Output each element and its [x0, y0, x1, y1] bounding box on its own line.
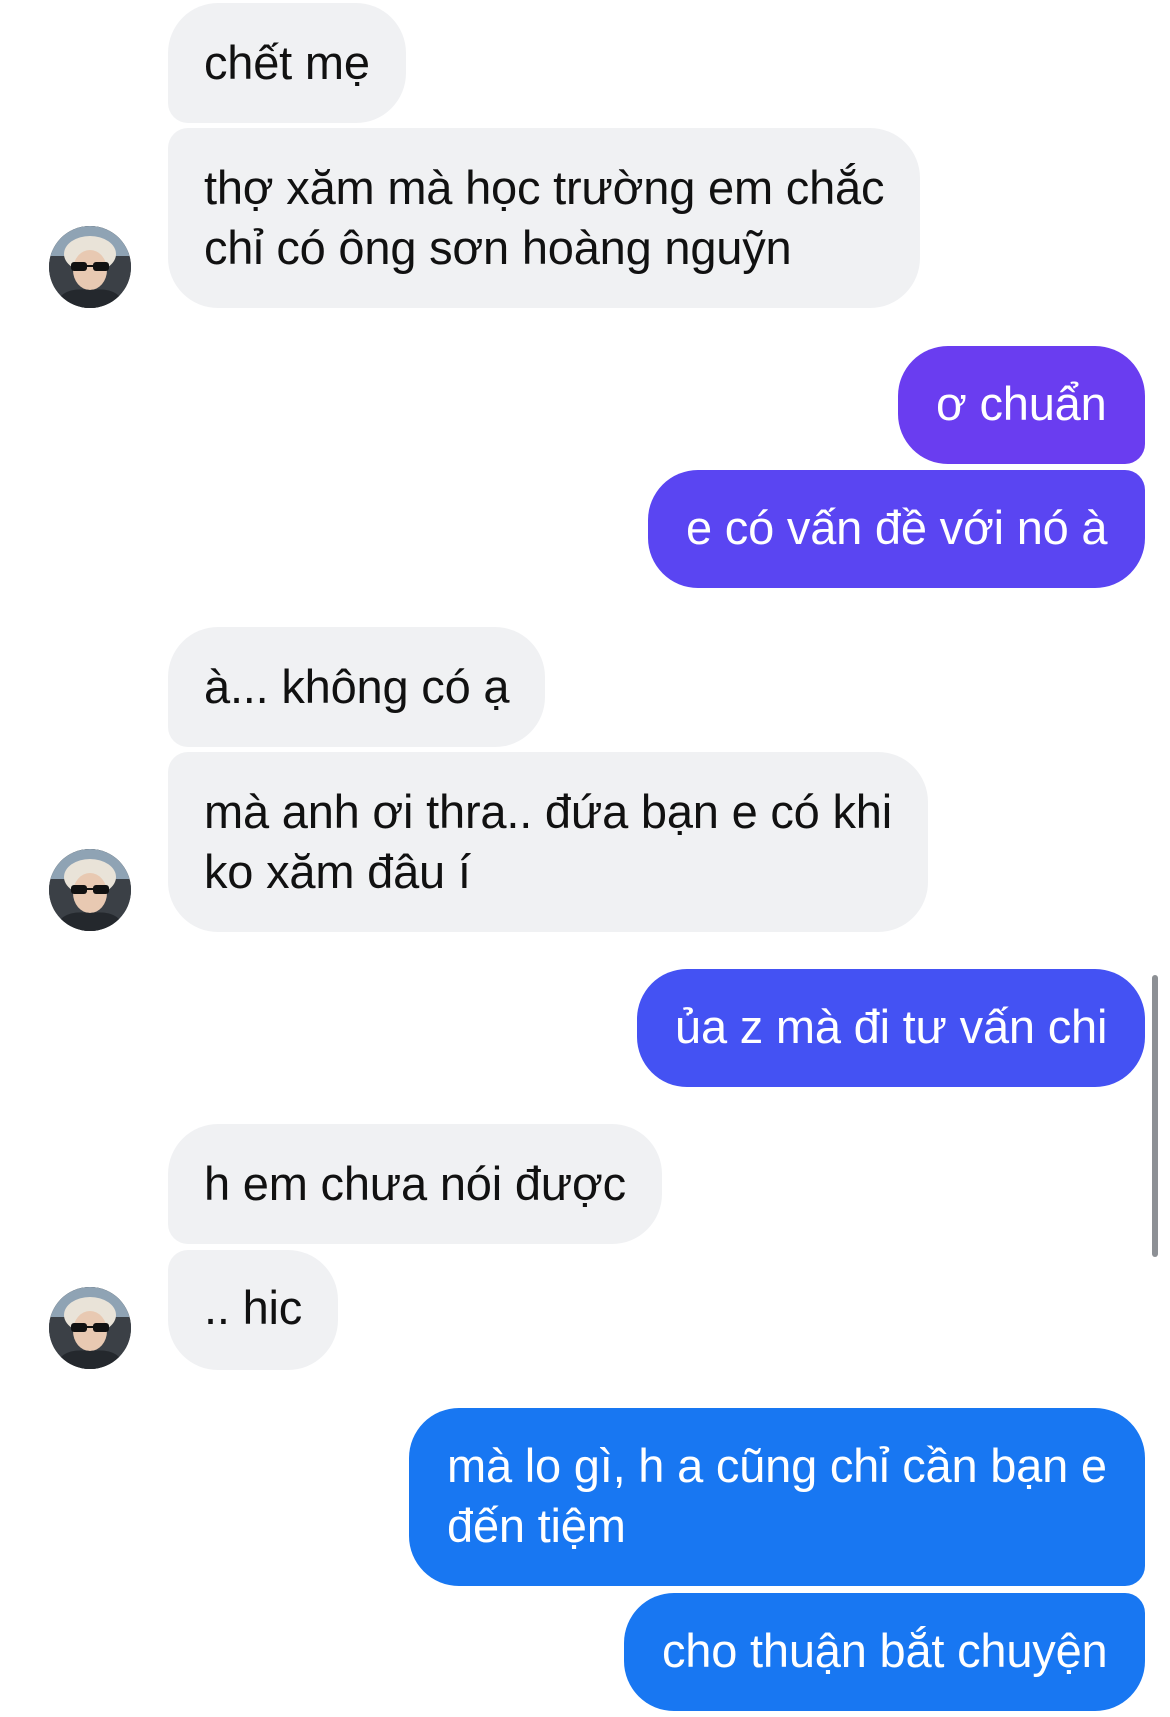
message-text: à... không có ạ	[204, 660, 510, 713]
outgoing-message[interactable]: cho thuận bắt chuyện	[624, 1593, 1146, 1711]
message-text: e có vấn đề với nó à	[686, 501, 1108, 554]
message-text-line: đến tiệm	[447, 1499, 626, 1552]
contact-avatar[interactable]	[49, 849, 131, 931]
contact-avatar-icon	[49, 226, 131, 308]
outgoing-message[interactable]: mà lo gì, h a cũng chỉ cần bạn e đến tiệ…	[409, 1408, 1145, 1586]
incoming-message[interactable]: à... không có ạ	[168, 627, 546, 747]
outgoing-message[interactable]: ủa z mà đi tư vấn chi	[637, 969, 1146, 1087]
scrollbar[interactable]	[1152, 975, 1158, 1257]
incoming-message[interactable]: h em chưa nói được	[168, 1124, 662, 1244]
message-text-line: mà anh ơi thra.. đứa bạn e có khi	[204, 785, 892, 838]
incoming-message[interactable]: chết mẹ	[168, 3, 406, 123]
contact-avatar-icon	[49, 1287, 131, 1369]
message-text: ơ chuẩn	[936, 377, 1107, 430]
incoming-message[interactable]: thợ xăm mà học trường em chắc chỉ có ông…	[168, 128, 921, 308]
message-text: h em chưa nói được	[204, 1157, 626, 1210]
message-text: chết mẹ	[204, 36, 370, 89]
message-text: cho thuận bắt chuyện	[662, 1624, 1108, 1677]
contact-avatar-icon	[49, 849, 131, 931]
outgoing-message[interactable]: ơ chuẩn	[898, 346, 1145, 464]
message-text: ủa z mà đi tư vấn chi	[675, 1000, 1108, 1053]
message-text-line: thợ xăm mà học trường em chắc	[204, 161, 885, 214]
contact-avatar[interactable]	[49, 226, 131, 308]
outgoing-message[interactable]: e có vấn đề với nó à	[648, 470, 1146, 588]
message-text-line: chỉ có ông sơn hoàng nguỹn	[204, 221, 792, 274]
message-text: .. hic	[204, 1281, 303, 1334]
message-text-line: mà lo gì, h a cũng chỉ cần bạn e	[447, 1439, 1107, 1492]
incoming-message[interactable]: .. hic	[168, 1250, 339, 1370]
contact-avatar[interactable]	[49, 1287, 131, 1369]
message-thread: chết mẹ thợ xăm mà học trường em chắc ch…	[0, 0, 1170, 1717]
message-text-line: ko xăm đâu í	[204, 845, 471, 898]
incoming-message[interactable]: mà anh ơi thra.. đứa bạn e có khi ko xăm…	[168, 752, 928, 932]
